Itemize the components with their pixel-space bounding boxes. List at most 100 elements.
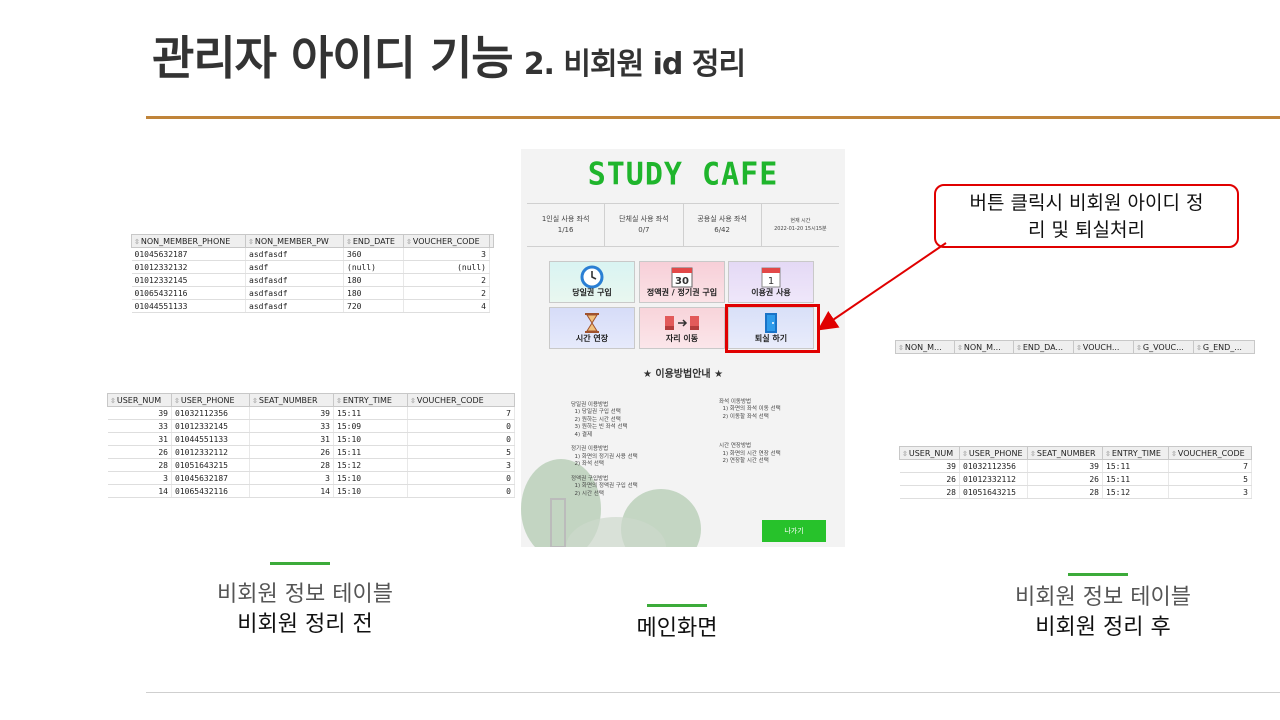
- table-cell[interactable]: (null): [343, 260, 404, 274]
- table-row[interactable]: 01065432116 asdfasdf 180 2: [131, 286, 494, 300]
- table-cell[interactable]: 26: [899, 472, 960, 486]
- table-cell[interactable]: 01012332132: [131, 260, 246, 274]
- table-cell[interactable]: 360: [343, 247, 404, 261]
- table-cell[interactable]: 0: [407, 471, 515, 485]
- table-cell[interactable]: 15:09: [333, 419, 408, 433]
- table-cell[interactable]: 01032112356: [959, 459, 1028, 473]
- column-header[interactable]: SEAT_NUMBER: [249, 393, 334, 407]
- column-header[interactable]: [489, 234, 494, 248]
- table-cell[interactable]: 3: [249, 471, 334, 485]
- table-cell[interactable]: 15:10: [333, 484, 408, 498]
- table-cell[interactable]: 28: [1027, 485, 1103, 499]
- column-header[interactable]: NON_M...: [895, 340, 955, 354]
- table-cell[interactable]: 26: [249, 445, 334, 459]
- table-cell[interactable]: 28: [107, 458, 172, 472]
- table-cell[interactable]: asdf: [245, 260, 344, 274]
- table-cell[interactable]: 14: [107, 484, 172, 498]
- column-header[interactable]: NON_MEMBER_PW: [245, 234, 344, 248]
- table-cell[interactable]: 4: [403, 299, 490, 313]
- table-row[interactable]: 26 01012332112 26 15:11 5: [107, 445, 515, 459]
- table-cell[interactable]: 3: [107, 471, 172, 485]
- table-row[interactable]: 39 01032112356 39 15:11 7: [107, 406, 515, 420]
- day-pass-button[interactable]: 당일권 구입: [549, 261, 635, 303]
- table-cell[interactable]: (null): [403, 260, 490, 274]
- table-cell[interactable]: 26: [1027, 472, 1103, 486]
- column-header[interactable]: USER_NUM: [899, 446, 960, 460]
- table-cell[interactable]: 15:11: [333, 406, 408, 420]
- table-cell[interactable]: 3: [407, 458, 515, 472]
- table-cell[interactable]: 2: [403, 286, 490, 300]
- fixed-pass-button[interactable]: 30 정액권 / 정기권 구입: [639, 261, 725, 303]
- table-cell[interactable]: 15:10: [333, 471, 408, 485]
- table-row[interactable]: 01012332132 asdf (null) (null): [131, 260, 494, 274]
- table-cell[interactable]: 720: [343, 299, 404, 313]
- table-cell[interactable]: 01051643215: [171, 458, 250, 472]
- table-cell[interactable]: 3: [1168, 485, 1252, 499]
- table-cell[interactable]: 01045632187: [131, 247, 246, 261]
- table-cell[interactable]: 01065432116: [171, 484, 250, 498]
- table-cell[interactable]: 01012332145: [131, 273, 246, 287]
- table-cell[interactable]: 39: [107, 406, 172, 420]
- table-cell[interactable]: 01065432116: [131, 286, 246, 300]
- table-cell[interactable]: 15:12: [333, 458, 408, 472]
- column-header[interactable]: USER_PHONE: [959, 446, 1028, 460]
- table-cell[interactable]: 2: [403, 273, 490, 287]
- table-cell[interactable]: asdfasdf: [245, 286, 344, 300]
- table-row[interactable]: 39 01032112356 39 15:11 7: [899, 459, 1252, 473]
- table-cell[interactable]: 01044551133: [131, 299, 246, 313]
- table-row[interactable]: 26 01012332112 26 15:11 5: [899, 472, 1252, 486]
- column-header[interactable]: G_END_...: [1193, 340, 1255, 354]
- table-cell[interactable]: 39: [1027, 459, 1103, 473]
- table-cell[interactable]: asdfasdf: [245, 299, 344, 313]
- table-cell[interactable]: 15:11: [1102, 472, 1169, 486]
- table-cell[interactable]: asdfasdf: [245, 247, 344, 261]
- table-cell[interactable]: 39: [899, 459, 960, 473]
- table-row[interactable]: 01012332145 asdfasdf 180 2: [131, 273, 494, 287]
- table-cell[interactable]: 01032112356: [171, 406, 250, 420]
- table-row[interactable]: 01044551133 asdfasdf 720 4: [131, 299, 494, 313]
- table-cell[interactable]: 01045632187: [171, 471, 250, 485]
- table-row[interactable]: 14 01065432116 14 15:10 0: [107, 484, 515, 498]
- table-cell[interactable]: 180: [343, 286, 404, 300]
- column-header[interactable]: G_VOUC...: [1133, 340, 1194, 354]
- table-cell[interactable]: 28: [249, 458, 334, 472]
- table-row[interactable]: 28 01051643215 28 15:12 3: [899, 485, 1252, 499]
- table-cell[interactable]: 33: [249, 419, 334, 433]
- table-cell[interactable]: 01044551133: [171, 432, 250, 446]
- table-cell[interactable]: 15:11: [1102, 459, 1169, 473]
- table-row[interactable]: 28 01051643215 28 15:12 3: [107, 458, 515, 472]
- table-cell[interactable]: 15:12: [1102, 485, 1169, 499]
- table-cell[interactable]: 15:10: [333, 432, 408, 446]
- column-header[interactable]: VOUCH...: [1073, 340, 1134, 354]
- table-cell[interactable]: 28: [899, 485, 960, 499]
- table-cell[interactable]: 31: [107, 432, 172, 446]
- table-cell[interactable]: 3: [403, 247, 490, 261]
- table-cell[interactable]: 0: [407, 432, 515, 446]
- column-header[interactable]: VOUCHER_CODE: [407, 393, 515, 407]
- table-row[interactable]: 3 01045632187 3 15:10 0: [107, 471, 515, 485]
- use-pass-button[interactable]: 1 이용권 사용: [728, 261, 814, 303]
- table-cell[interactable]: 33: [107, 419, 172, 433]
- table-cell[interactable]: 01012332145: [171, 419, 250, 433]
- column-header[interactable]: END_DATE: [343, 234, 404, 248]
- extend-time-button[interactable]: 시간 연장: [549, 307, 635, 349]
- table-cell[interactable]: 15:11: [333, 445, 408, 459]
- table-cell[interactable]: 26: [107, 445, 172, 459]
- column-header[interactable]: NON_M...: [954, 340, 1014, 354]
- table-cell[interactable]: 7: [1168, 459, 1252, 473]
- table-cell[interactable]: 0: [407, 484, 515, 498]
- table-row[interactable]: 31 01044551133 31 15:10 0: [107, 432, 515, 446]
- table-cell[interactable]: 0: [407, 419, 515, 433]
- table-cell[interactable]: 14: [249, 484, 334, 498]
- table-cell[interactable]: asdfasdf: [245, 273, 344, 287]
- table-cell[interactable]: 31: [249, 432, 334, 446]
- table-cell[interactable]: 01051643215: [959, 485, 1028, 499]
- column-header[interactable]: VOUCHER_CODE: [403, 234, 490, 248]
- move-seat-button[interactable]: 자리 이동: [639, 307, 725, 349]
- table-cell[interactable]: 5: [407, 445, 515, 459]
- exit-button[interactable]: 나가기: [762, 520, 826, 542]
- column-header[interactable]: ENTRY_TIME: [333, 393, 408, 407]
- table-row[interactable]: 01045632187 asdfasdf 360 3: [131, 247, 494, 261]
- table-cell[interactable]: 39: [249, 406, 334, 420]
- column-header[interactable]: USER_PHONE: [171, 393, 250, 407]
